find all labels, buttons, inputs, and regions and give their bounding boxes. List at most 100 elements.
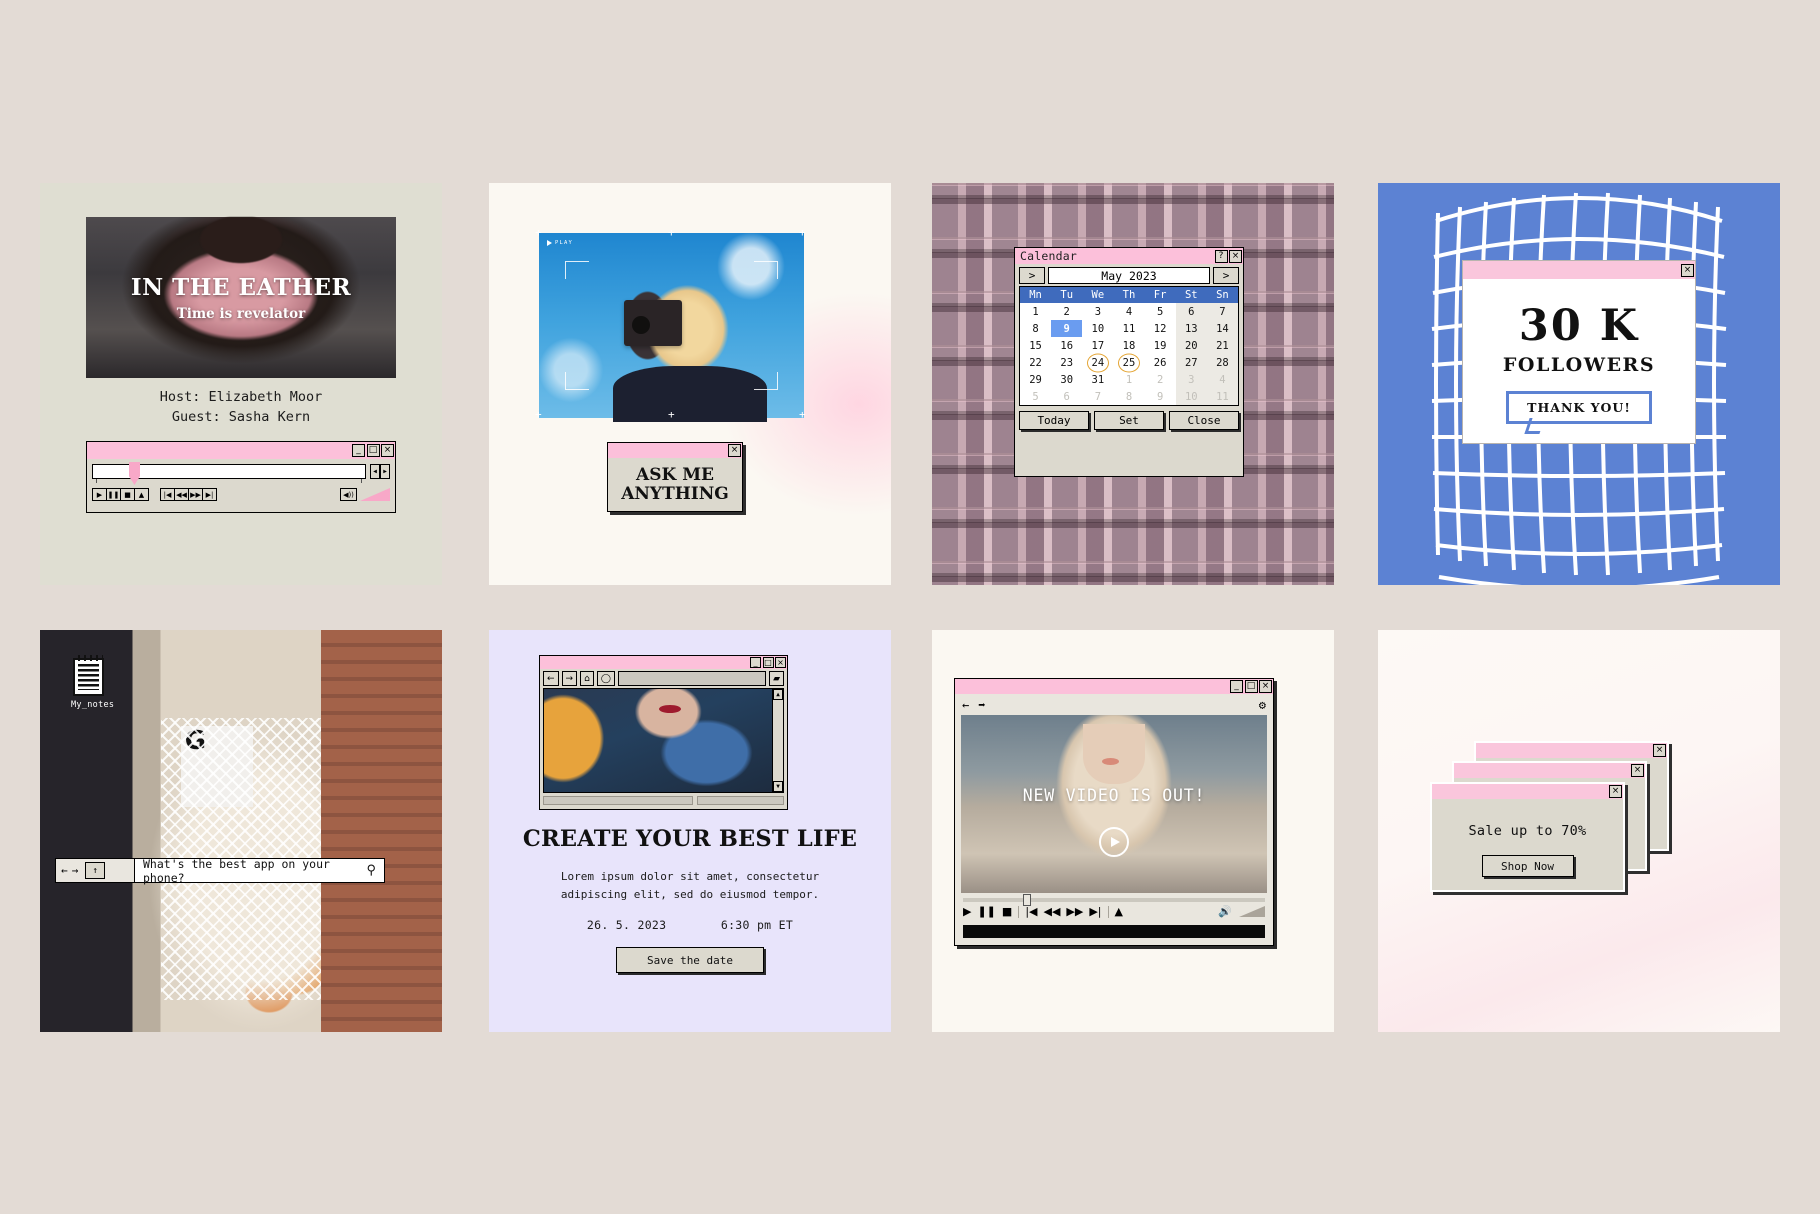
close-icon[interactable]: × (1229, 249, 1242, 263)
forward-arrow-icon[interactable]: ➡ (978, 698, 985, 712)
address-bar[interactable] (617, 671, 767, 686)
calendar-day-cell[interactable]: 30 (1051, 371, 1082, 388)
calendar-day-cell[interactable]: 10 (1082, 320, 1113, 337)
nudge-left-icon[interactable]: ◀ (370, 464, 380, 479)
desktop-icon-my-notes[interactable]: My_notes (71, 655, 114, 710)
video-viewport[interactable]: NEW VIDEO IS OUT! (961, 715, 1267, 893)
calendar-day-cell[interactable]: 2 (1051, 303, 1082, 320)
play-button[interactable]: ▶ (92, 488, 107, 501)
forward-arrow-icon[interactable]: → (561, 671, 578, 686)
calendar-day-cell[interactable]: 11 (1113, 320, 1144, 337)
calendar-day-cell[interactable]: 22 (1020, 354, 1051, 371)
prev-track-button[interactable]: |◀ (160, 488, 175, 501)
calendar-day-cell[interactable]: 1 (1113, 371, 1144, 388)
calendar-day-cell[interactable]: 1 (1020, 303, 1051, 320)
calendar-day-cell[interactable]: 8 (1113, 388, 1144, 405)
maximize-icon[interactable]: □ (762, 657, 774, 668)
audio-seek-track[interactable] (92, 462, 366, 485)
calendar-day-cell[interactable]: 19 (1145, 337, 1176, 354)
help-icon[interactable]: ? (1214, 249, 1228, 263)
video-seek-track[interactable] (963, 894, 1265, 906)
maximize-icon[interactable]: □ (1244, 680, 1258, 693)
calendar-day-cell[interactable]: 12 (1145, 320, 1176, 337)
fast-forward-button[interactable]: ▶▶ (188, 488, 203, 501)
calendar-day-cell[interactable]: 21 (1206, 337, 1238, 354)
speaker-icon[interactable]: 🔊 (1218, 905, 1232, 918)
forward-arrow-icon[interactable]: → (72, 864, 79, 877)
scroll-down-icon[interactable]: ▼ (773, 781, 783, 792)
back-arrow-icon[interactable]: ← (61, 864, 68, 877)
calendar-day-cell[interactable]: 31 (1082, 371, 1113, 388)
shop-now-button[interactable]: Shop Now (1481, 855, 1574, 877)
calendar-day-cells[interactable]: 1 2 3 4 5 6 7 8 9 10 11 12 13 14 15 16 17 18 19 20 21 22 23 24 2… (1020, 303, 1238, 405)
up-arrow-button[interactable]: ↑ (85, 862, 106, 879)
rewind-button[interactable]: ◀◀ (1043, 905, 1060, 918)
calendar-day-cell[interactable]: 16 (1051, 337, 1082, 354)
calendar-day-cell[interactable]: 18 (1113, 337, 1144, 354)
calendar-day-cell[interactable]: 7 (1206, 303, 1238, 320)
minimize-icon[interactable]: _ (750, 657, 761, 668)
stop-button[interactable]: ■ (120, 488, 135, 501)
calendar-day-cell[interactable]: 6 (1051, 388, 1082, 405)
calendar-day-cell[interactable]: 24 (1082, 354, 1113, 371)
calendar-day-cell[interactable]: 3 (1082, 303, 1113, 320)
calendar-day-cell[interactable]: 20 (1175, 337, 1207, 354)
calendar-day-cell[interactable]: 29 (1020, 371, 1051, 388)
minimize-icon[interactable]: _ (352, 444, 365, 457)
video-seek-thumb[interactable] (1023, 894, 1032, 906)
calendar-day-cell[interactable]: 9 (1145, 388, 1176, 405)
calendar-day-cell[interactable]: 5 (1020, 388, 1051, 405)
play-button[interactable]: ▶ (963, 905, 971, 918)
eject-button[interactable]: ▲ (134, 488, 149, 501)
volume-slider[interactable] (360, 488, 390, 501)
calendar-today-button[interactable]: Today (1019, 411, 1089, 430)
calendar-day-cell[interactable]: 3 (1175, 371, 1207, 388)
calendar-day-cell[interactable]: 4 (1206, 371, 1238, 388)
calendar-day-cell[interactable]: 25 (1113, 354, 1144, 371)
calendar-day-cell[interactable]: 23 (1051, 354, 1082, 371)
scroll-thumb-right[interactable] (696, 796, 784, 805)
close-icon[interactable]: × (1631, 764, 1644, 777)
back-arrow-icon[interactable]: ← (962, 698, 969, 712)
next-month-button[interactable]: > (1213, 267, 1239, 284)
calendar-day-cell[interactable]: 17 (1082, 337, 1113, 354)
eject-button[interactable]: ▲ (1115, 905, 1123, 918)
home-icon[interactable]: ⌂ (580, 671, 594, 686)
scroll-thumb-left[interactable] (543, 796, 693, 805)
close-icon[interactable]: × (728, 444, 741, 457)
back-arrow-icon[interactable]: ← (543, 671, 559, 686)
close-icon[interactable]: × (1653, 744, 1666, 757)
calendar-day-cell[interactable]: 28 (1206, 354, 1238, 371)
gear-icon[interactable]: ⚙ (1259, 698, 1266, 712)
speaker-icon[interactable]: ◀)) (340, 488, 357, 501)
close-icon[interactable]: × (381, 444, 394, 457)
close-icon[interactable]: × (1609, 785, 1622, 798)
search-icon[interactable]: ⚲ (366, 863, 376, 878)
calendar-day-cell[interactable]: 6 (1175, 303, 1207, 320)
calendar-day-cell[interactable]: 14 (1206, 320, 1238, 337)
calendar-day-cell[interactable]: 9 (1051, 320, 1083, 337)
calendar-day-cell[interactable]: 27 (1175, 354, 1207, 371)
calendar-day-cell[interactable]: 7 (1082, 388, 1113, 405)
maximize-icon[interactable]: □ (366, 444, 380, 457)
calendar-close-button[interactable]: Close (1169, 411, 1239, 430)
close-icon[interactable]: × (775, 657, 786, 668)
vertical-scrollbar[interactable]: ▲ ▼ (772, 689, 783, 792)
save-the-date-button[interactable]: Save the date (616, 947, 764, 973)
close-icon[interactable]: × (1681, 263, 1694, 277)
calendar-day-cell[interactable]: 13 (1175, 320, 1207, 337)
nudge-right-icon[interactable]: ▶ (380, 464, 390, 479)
volume-slider[interactable] (1239, 906, 1265, 917)
next-track-button[interactable]: ▶| (202, 488, 217, 501)
close-icon[interactable]: × (1259, 680, 1272, 693)
calendar-day-cell[interactable]: 2 (1145, 371, 1176, 388)
calendar-day-cell[interactable]: 15 (1020, 337, 1051, 354)
calendar-day-cell[interactable]: 8 (1020, 320, 1051, 337)
pause-button[interactable]: ❚❚ (977, 905, 995, 918)
minimize-icon[interactable]: _ (1230, 680, 1243, 693)
rewind-button[interactable]: ◀◀ (174, 488, 189, 501)
calendar-day-cell[interactable]: 11 (1206, 388, 1238, 405)
calendar-day-cell[interactable]: 10 (1175, 388, 1207, 405)
search-input[interactable]: What's the best app on your phone? ⚲ (135, 857, 385, 885)
calendar-day-cell[interactable]: 4 (1113, 303, 1144, 320)
